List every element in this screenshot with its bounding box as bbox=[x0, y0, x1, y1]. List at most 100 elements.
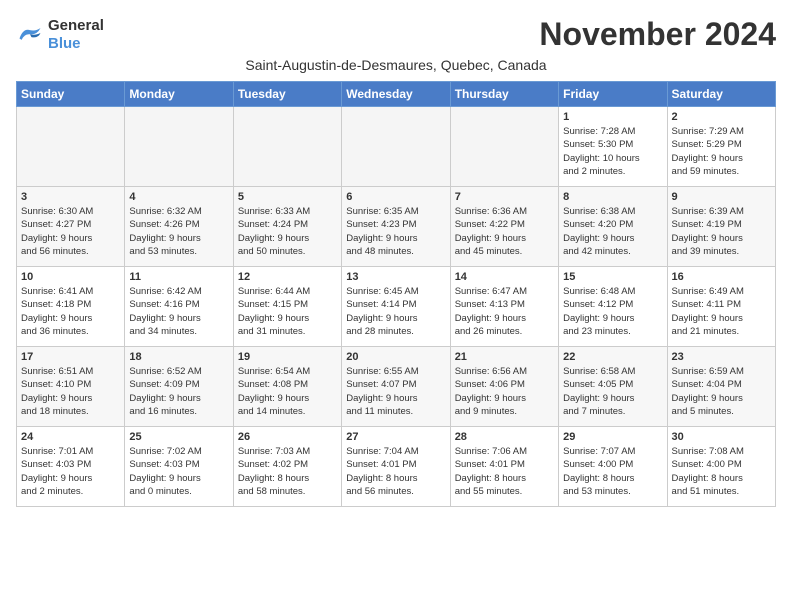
day-info: Sunrise: 7:01 AMSunset: 4:03 PMDaylight:… bbox=[21, 445, 120, 498]
calendar-cell: 8Sunrise: 6:38 AMSunset: 4:20 PMDaylight… bbox=[559, 187, 667, 267]
day-info: Sunrise: 6:59 AMSunset: 4:04 PMDaylight:… bbox=[672, 365, 771, 418]
day-number: 15 bbox=[563, 271, 662, 283]
calendar-cell: 27 Sunrise: 7:04 AMSunset: 4:01 PMDayligh… bbox=[342, 427, 450, 507]
calendar-table: SundayMondayTuesdayWednesdayThursdayFrid… bbox=[16, 81, 776, 507]
calendar-cell: 16Sunrise: 6:49 AMSunset: 4:11 PMDayligh… bbox=[667, 267, 775, 347]
calendar-cell: 23 Sunrise: 6:59 AMSunset: 4:04 PMDayligh… bbox=[667, 347, 775, 427]
header: General Blue November 2024 bbox=[16, 16, 776, 53]
calendar-cell: 15Sunrise: 6:48 AMSunset: 4:12 PMDayligh… bbox=[559, 267, 667, 347]
day-info: Sunrise: 6:33 AMSunset: 4:24 PMDaylight:… bbox=[238, 205, 337, 258]
day-info: Sunrise: 6:42 AMSunset: 4:16 PMDaylight:… bbox=[129, 285, 228, 338]
calendar-cell: 7 Sunrise: 6:36 AMSunset: 4:22 PMDaylight… bbox=[450, 187, 558, 267]
day-number: 3 bbox=[21, 191, 120, 203]
day-number: 28 bbox=[455, 431, 554, 443]
weekday-header-row: SundayMondayTuesdayWednesdayThursdayFrid… bbox=[17, 82, 776, 107]
day-number: 24 bbox=[21, 431, 120, 443]
day-number: 11 bbox=[129, 271, 228, 283]
week-row-2: 3 Sunrise: 6:30 AMSunset: 4:27 PMDaylight… bbox=[17, 187, 776, 267]
calendar-cell: 29 Sunrise: 7:07 AMSunset: 4:00 PMDayligh… bbox=[559, 427, 667, 507]
week-row-5: 24 Sunrise: 7:01 AMSunset: 4:03 PMDayligh… bbox=[17, 427, 776, 507]
day-info: Sunrise: 6:54 AMSunset: 4:08 PMDaylight:… bbox=[238, 365, 337, 418]
day-info: Sunrise: 7:06 AMSunset: 4:01 PMDaylight:… bbox=[455, 445, 554, 498]
day-number: 23 bbox=[672, 351, 771, 363]
day-number: 22 bbox=[563, 351, 662, 363]
day-number: 8 bbox=[563, 191, 662, 203]
day-info: Sunrise: 6:44 AMSunset: 4:15 PMDaylight:… bbox=[238, 285, 337, 338]
logo-bird-icon bbox=[16, 24, 44, 46]
calendar-cell: 9 Sunrise: 6:39 AMSunset: 4:19 PMDaylight… bbox=[667, 187, 775, 267]
calendar-cell: 11 Sunrise: 6:42 AMSunset: 4:16 PMDayligh… bbox=[125, 267, 233, 347]
calendar-cell bbox=[17, 107, 125, 187]
day-info: Sunrise: 7:07 AMSunset: 4:00 PMDaylight:… bbox=[563, 445, 662, 498]
day-info: Sunrise: 6:51 AMSunset: 4:10 PMDaylight:… bbox=[21, 365, 120, 418]
day-info: Sunrise: 6:30 AMSunset: 4:27 PMDaylight:… bbox=[21, 205, 120, 258]
day-number: 10 bbox=[21, 271, 120, 283]
day-number: 9 bbox=[672, 191, 771, 203]
day-number: 5 bbox=[238, 191, 337, 203]
calendar-cell: 13Sunrise: 6:45 AMSunset: 4:14 PMDayligh… bbox=[342, 267, 450, 347]
day-info: Sunrise: 7:03 AMSunset: 4:02 PMDaylight:… bbox=[238, 445, 337, 498]
day-info: Sunrise: 6:49 AMSunset: 4:11 PMDaylight:… bbox=[672, 285, 771, 338]
day-info: Sunrise: 6:45 AMSunset: 4:14 PMDaylight:… bbox=[346, 285, 445, 338]
calendar-cell: 28 Sunrise: 7:06 AMSunset: 4:01 PMDayligh… bbox=[450, 427, 558, 507]
calendar-cell bbox=[450, 107, 558, 187]
week-row-1: 1 Sunrise: 7:28 AMSunset: 5:30 PMDaylight… bbox=[17, 107, 776, 187]
day-info: Sunrise: 7:04 AMSunset: 4:01 PMDaylight:… bbox=[346, 445, 445, 498]
day-info: Sunrise: 6:36 AMSunset: 4:22 PMDaylight:… bbox=[455, 205, 554, 258]
day-info: Sunrise: 6:39 AMSunset: 4:19 PMDaylight:… bbox=[672, 205, 771, 258]
day-number: 19 bbox=[238, 351, 337, 363]
calendar-cell: 25Sunrise: 7:02 AMSunset: 4:03 PMDayligh… bbox=[125, 427, 233, 507]
day-info: Sunrise: 6:47 AMSunset: 4:13 PMDaylight:… bbox=[455, 285, 554, 338]
logo-text: General Blue bbox=[48, 17, 104, 53]
day-info: Sunrise: 7:28 AMSunset: 5:30 PMDaylight:… bbox=[563, 125, 662, 178]
calendar-cell: 6 Sunrise: 6:35 AMSunset: 4:23 PMDaylight… bbox=[342, 187, 450, 267]
week-row-3: 10 Sunrise: 6:41 AMSunset: 4:18 PMDayligh… bbox=[17, 267, 776, 347]
calendar-cell: 1 Sunrise: 7:28 AMSunset: 5:30 PMDaylight… bbox=[559, 107, 667, 187]
calendar-cell: 17 Sunrise: 6:51 AMSunset: 4:10 PMDayligh… bbox=[17, 347, 125, 427]
day-info: Sunrise: 7:02 AMSunset: 4:03 PMDaylight:… bbox=[129, 445, 228, 498]
day-info: Sunrise: 6:52 AMSunset: 4:09 PMDaylight:… bbox=[129, 365, 228, 418]
calendar-cell: 5 Sunrise: 6:33 AMSunset: 4:24 PMDaylight… bbox=[233, 187, 341, 267]
logo-general: General bbox=[48, 17, 104, 34]
weekday-header-friday: Friday bbox=[559, 82, 667, 107]
day-info: Sunrise: 6:35 AMSunset: 4:23 PMDaylight:… bbox=[346, 205, 445, 258]
weekday-header-saturday: Saturday bbox=[667, 82, 775, 107]
day-number: 21 bbox=[455, 351, 554, 363]
calendar-cell: 21 Sunrise: 6:56 AMSunset: 4:06 PMDayligh… bbox=[450, 347, 558, 427]
weekday-header-tuesday: Tuesday bbox=[233, 82, 341, 107]
day-number: 29 bbox=[563, 431, 662, 443]
day-number: 7 bbox=[455, 191, 554, 203]
day-info: Sunrise: 6:56 AMSunset: 4:06 PMDaylight:… bbox=[455, 365, 554, 418]
calendar-cell: 18 Sunrise: 6:52 AMSunset: 4:09 PMDayligh… bbox=[125, 347, 233, 427]
weekday-header-wednesday: Wednesday bbox=[342, 82, 450, 107]
calendar-cell: 20 Sunrise: 6:55 AMSunset: 4:07 PMDayligh… bbox=[342, 347, 450, 427]
calendar-cell: 10 Sunrise: 6:41 AMSunset: 4:18 PMDayligh… bbox=[17, 267, 125, 347]
calendar-cell: 22 Sunrise: 6:58 AMSunset: 4:05 PMDayligh… bbox=[559, 347, 667, 427]
calendar-cell: 12 Sunrise: 6:44 AMSunset: 4:15 PMDayligh… bbox=[233, 267, 341, 347]
day-number: 18 bbox=[129, 351, 228, 363]
day-number: 17 bbox=[21, 351, 120, 363]
day-number: 30 bbox=[672, 431, 771, 443]
day-number: 6 bbox=[346, 191, 445, 203]
day-number: 27 bbox=[346, 431, 445, 443]
day-number: 20 bbox=[346, 351, 445, 363]
day-info: Sunrise: 6:32 AMSunset: 4:26 PMDaylight:… bbox=[129, 205, 228, 258]
day-number: 4 bbox=[129, 191, 228, 203]
calendar-cell: 24 Sunrise: 7:01 AMSunset: 4:03 PMDayligh… bbox=[17, 427, 125, 507]
day-info: Sunrise: 6:41 AMSunset: 4:18 PMDaylight:… bbox=[21, 285, 120, 338]
day-number: 12 bbox=[238, 271, 337, 283]
day-number: 26 bbox=[238, 431, 337, 443]
day-info: Sunrise: 6:58 AMSunset: 4:05 PMDaylight:… bbox=[563, 365, 662, 418]
month-title: November 2024 bbox=[539, 16, 776, 53]
calendar-cell: 30 Sunrise: 7:08 AMSunset: 4:00 PMDayligh… bbox=[667, 427, 775, 507]
day-info: Sunrise: 6:55 AMSunset: 4:07 PMDaylight:… bbox=[346, 365, 445, 418]
day-number: 1 bbox=[563, 111, 662, 123]
day-info: Sunrise: 7:29 AMSunset: 5:29 PMDaylight:… bbox=[672, 125, 771, 178]
day-number: 14 bbox=[455, 271, 554, 283]
day-info: Sunrise: 7:08 AMSunset: 4:00 PMDaylight:… bbox=[672, 445, 771, 498]
logo: General Blue bbox=[16, 17, 104, 53]
calendar-cell: 4 Sunrise: 6:32 AMSunset: 4:26 PMDaylight… bbox=[125, 187, 233, 267]
week-row-4: 17 Sunrise: 6:51 AMSunset: 4:10 PMDayligh… bbox=[17, 347, 776, 427]
calendar-cell: 14 Sunrise: 6:47 AMSunset: 4:13 PMDayligh… bbox=[450, 267, 558, 347]
day-number: 2 bbox=[672, 111, 771, 123]
